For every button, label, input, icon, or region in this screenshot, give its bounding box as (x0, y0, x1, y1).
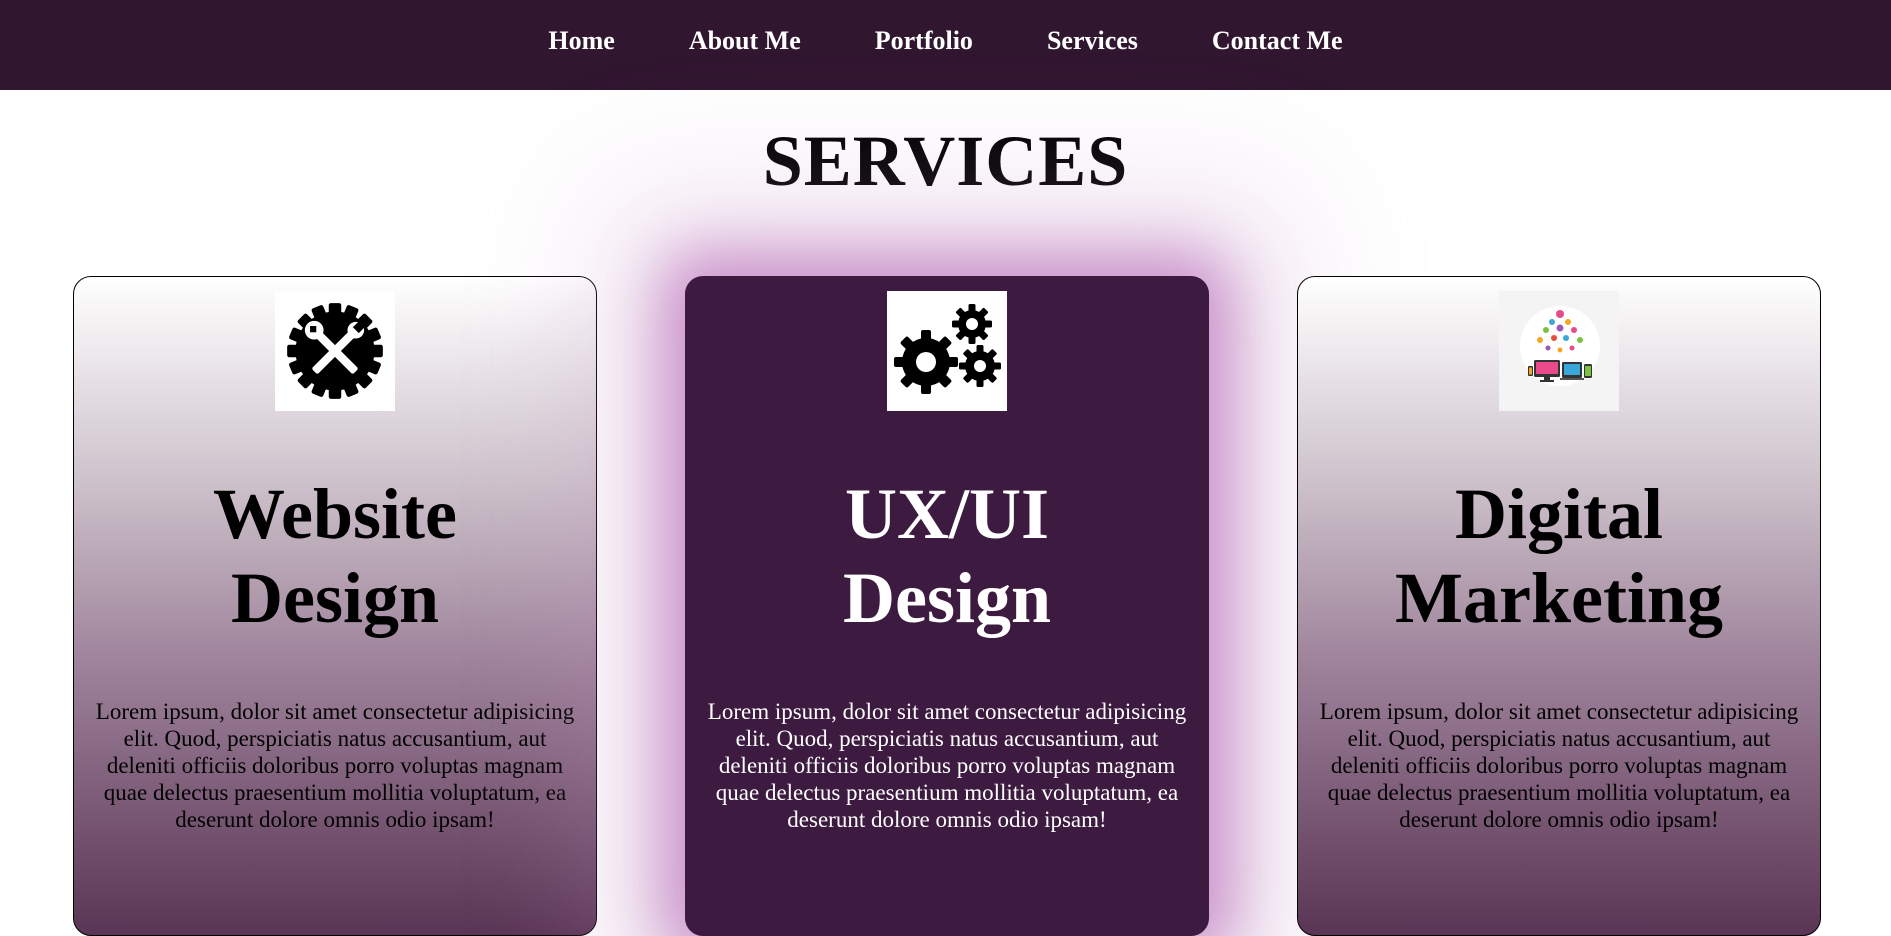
card-title-line: Marketing (1395, 558, 1723, 638)
top-navbar: Home About Me Portfolio Services Contact… (0, 0, 1891, 90)
card-title: UX/UI Design (686, 472, 1208, 640)
digital-marketing-icon (1499, 291, 1619, 411)
service-card-ux-ui-design: UX/UI Design Lorem ipsum, dolor sit amet… (685, 276, 1209, 936)
card-description: Lorem ipsum, dolor sit amet consectetur … (1319, 699, 1799, 832)
nav-list: Home About Me Portfolio Services Contact… (511, 26, 1379, 56)
card-title-line: UX/UI (844, 474, 1049, 554)
card-title-line: Website (213, 474, 457, 554)
page-title: SERVICES (762, 121, 1129, 201)
card-description: Lorem ipsum, dolor sit amet consectetur … (95, 699, 575, 832)
card-title-line: Design (842, 558, 1052, 638)
card-title-line: Digital (1455, 474, 1663, 554)
nav-link-portfolio[interactable]: Portfolio (838, 26, 1010, 56)
nav-link-home[interactable]: Home (511, 26, 651, 56)
card-description: Lorem ipsum, dolor sit amet consectetur … (707, 699, 1187, 832)
nav-link-about-me[interactable]: About Me (652, 26, 838, 56)
service-card-digital-marketing: Digital Marketing Lorem ipsum, dolor sit… (1297, 276, 1821, 936)
card-title-line: Design (230, 558, 440, 638)
nav-link-contact-me[interactable]: Contact Me (1175, 26, 1380, 56)
gears-icon (887, 291, 1007, 411)
service-card-website-design: Website Design Lorem ipsum, dolor sit am… (73, 276, 597, 936)
card-title: Digital Marketing (1298, 472, 1820, 640)
nav-link-services[interactable]: Services (1010, 26, 1175, 56)
card-title: Website Design (74, 472, 596, 640)
wrench-gear-icon (275, 291, 395, 411)
